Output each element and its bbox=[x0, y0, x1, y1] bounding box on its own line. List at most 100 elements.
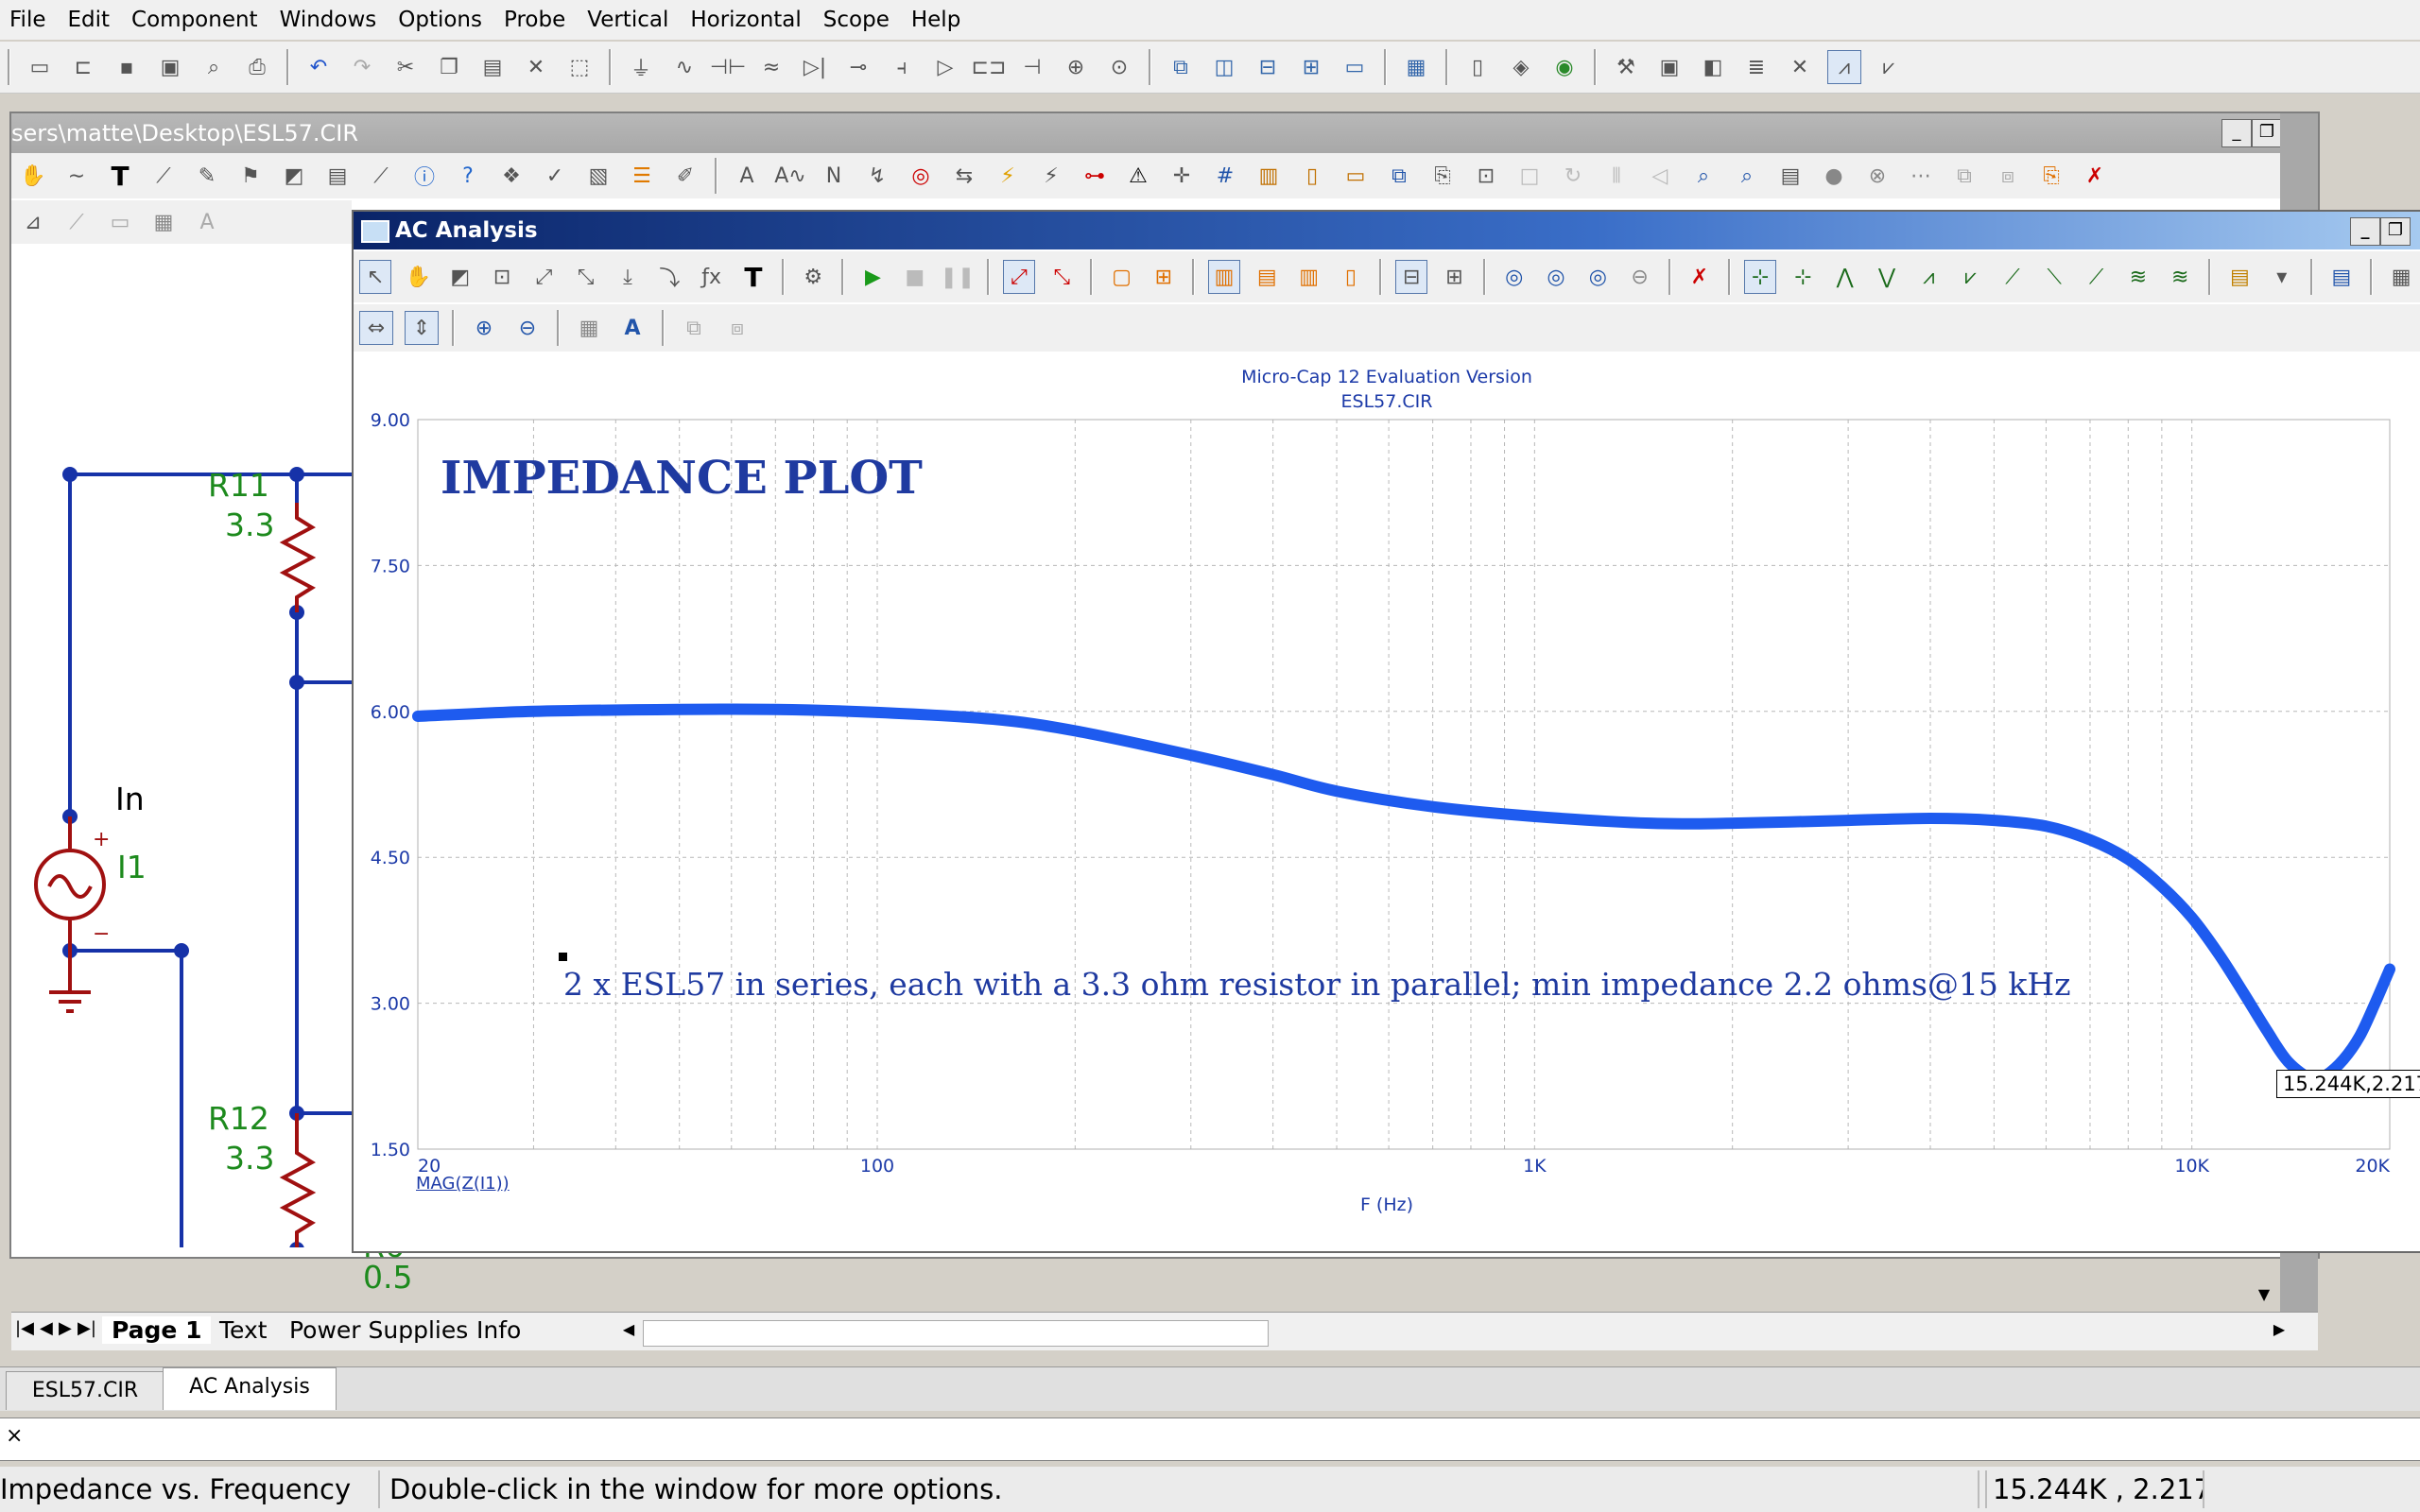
calendar-icon[interactable]: ▦ bbox=[2386, 261, 2416, 293]
voltage-probe-icon[interactable]: ◎ bbox=[905, 160, 937, 192]
fit-icon[interactable]: ⤡ bbox=[571, 261, 601, 293]
new-file-icon[interactable]: ▭ bbox=[24, 51, 56, 83]
save-all-icon[interactable]: ▣ bbox=[154, 51, 186, 83]
pan-mode-icon[interactable]: ✋ bbox=[403, 261, 433, 293]
grid-style-icon[interactable]: ▥ bbox=[1293, 261, 1323, 293]
plot-area[interactable]: Micro-Cap 12 Evaluation Version ESL57.CI… bbox=[357, 355, 2420, 1244]
cancel-icon[interactable]: ⊗ bbox=[1861, 160, 1893, 192]
align-icon[interactable]: ⊡ bbox=[1470, 160, 1502, 192]
ungroup-icon[interactable]: ⧈ bbox=[1992, 160, 2024, 192]
text-mode-icon[interactable]: T bbox=[104, 160, 136, 192]
delete-icon[interactable]: ✕ bbox=[520, 51, 552, 83]
rotate-icon[interactable]: ↻ bbox=[1557, 160, 1589, 192]
major-grid-icon[interactable]: ▤ bbox=[1252, 261, 1282, 293]
edit-icon[interactable]: ✐ bbox=[669, 160, 701, 192]
model-icon[interactable]: ⚒ bbox=[1610, 51, 1642, 83]
tokens-icon[interactable]: ⊞ bbox=[1439, 261, 1469, 293]
minor-grid-icon[interactable]: ▥ bbox=[1207, 260, 1241, 294]
library-icon[interactable]: ▭ bbox=[104, 206, 136, 238]
node-icon[interactable]: ⊕ bbox=[1060, 51, 1092, 83]
globe-icon[interactable]: ◉ bbox=[1548, 51, 1581, 83]
cursor-prev-icon[interactable]: ⊹ bbox=[1788, 261, 1818, 293]
schematic-canvas[interactable]: + − bbox=[11, 246, 352, 1247]
maximize-icon[interactable]: ▭ bbox=[1339, 51, 1371, 83]
attribute-icon[interactable]: ⟋ bbox=[365, 160, 397, 192]
restore-button[interactable]: ❐ bbox=[2252, 119, 2282, 147]
wire-icon[interactable]: ∿ bbox=[668, 51, 700, 83]
ground-icon[interactable]: ⏚ bbox=[625, 51, 657, 83]
doc-tab-ac-analysis[interactable]: AC Analysis bbox=[163, 1367, 337, 1410]
shape-editor-icon[interactable]: ◈ bbox=[1505, 51, 1537, 83]
font-icon[interactable]: A bbox=[191, 206, 223, 238]
text-box-icon[interactable]: ▧ bbox=[582, 160, 614, 192]
scale-dropdown-icon[interactable]: ◩ bbox=[445, 261, 475, 293]
print-icon[interactable]: ⎙ bbox=[241, 51, 273, 83]
page-icon[interactable]: ▥ bbox=[1253, 160, 1285, 192]
node-voltage-icon[interactable]: N bbox=[818, 160, 850, 192]
cursor-top-icon[interactable]: ≋ bbox=[2123, 261, 2153, 293]
page-nav-prev[interactable]: ◀ bbox=[40, 1318, 53, 1338]
grid-text-icon[interactable]: ▯ bbox=[1336, 261, 1366, 293]
numeric-icon[interactable]: ▤ bbox=[2326, 261, 2357, 293]
grid-icon[interactable]: # bbox=[1209, 160, 1241, 192]
select-all-icon[interactable]: ⬚ bbox=[563, 51, 596, 83]
close-command-line-icon[interactable]: × bbox=[6, 1424, 23, 1448]
calculator-icon[interactable]: ▦ bbox=[1400, 51, 1432, 83]
clipboard-dropdown-icon[interactable]: ▾ bbox=[2267, 261, 2297, 293]
auto-scale-icon[interactable]: ⤢ bbox=[1002, 260, 1036, 294]
flag-icon[interactable]: ⚑ bbox=[234, 160, 267, 192]
valley-icon[interactable]: ◎ bbox=[1582, 261, 1613, 293]
plot-note-annotation[interactable]: 2 x ESL57 in series, each with a 3.3 ohm… bbox=[563, 966, 2071, 1003]
menu-file[interactable]: File bbox=[0, 8, 59, 32]
zoom-in-icon[interactable]: ⊕ bbox=[468, 312, 500, 344]
export-icon[interactable]: ⎘ bbox=[2035, 160, 2067, 192]
r11-value[interactable]: 3.3 bbox=[225, 507, 274, 543]
cursor-global-low-icon[interactable]: ⟋ bbox=[2081, 261, 2111, 293]
paste-icon[interactable]: ▤ bbox=[476, 51, 509, 83]
paste-plot-icon[interactable]: ⧈ bbox=[721, 312, 753, 344]
current-icon[interactable]: ↯ bbox=[861, 160, 893, 192]
clear-cursor-icon[interactable]: ✗ bbox=[1685, 261, 1715, 293]
direction-icon[interactable]: ⇆ bbox=[948, 160, 980, 192]
find-icon[interactable]: ⌕ bbox=[1687, 160, 1720, 192]
waveform-icon[interactable]: A∿ bbox=[774, 160, 806, 192]
menu-probe[interactable]: Probe bbox=[494, 8, 578, 32]
condition-icon[interactable]: ⚡ bbox=[1035, 160, 1067, 192]
info-icon[interactable]: ⓘ bbox=[408, 160, 441, 192]
component-library-icon[interactable]: ▯ bbox=[1461, 51, 1494, 83]
menu-horizontal[interactable]: Horizontal bbox=[681, 8, 813, 32]
impedance-trace[interactable] bbox=[412, 703, 2395, 1086]
plot-title-annotation[interactable]: IMPEDANCE PLOT bbox=[441, 452, 923, 505]
vertical-span-icon[interactable]: ⇕ bbox=[405, 311, 439, 345]
pause-icon[interactable]: ❚❚ bbox=[940, 261, 975, 293]
r-hidden-value[interactable]: 0.5 bbox=[363, 1259, 412, 1296]
line-icon[interactable]: ⟋ bbox=[147, 160, 180, 192]
undo-icon[interactable]: ↶ bbox=[302, 51, 335, 83]
cascade-icon[interactable]: ⧉ bbox=[1165, 51, 1197, 83]
group-icon[interactable]: ⧉ bbox=[1948, 160, 1980, 192]
capacitor-icon[interactable]: ⊣⊢ bbox=[710, 51, 746, 83]
select-mode-icon[interactable]: ↖ bbox=[359, 260, 392, 294]
copy-plot-icon[interactable]: ⧉ bbox=[678, 312, 710, 344]
package-icon[interactable]: ▣ bbox=[1653, 51, 1685, 83]
minimize-button[interactable]: _ bbox=[2221, 119, 2252, 147]
pin-list-icon[interactable]: ☰ bbox=[626, 160, 658, 192]
annotation-anchor[interactable] bbox=[559, 953, 567, 961]
doc-tab-esl57[interactable]: ESL57.CIR bbox=[6, 1371, 164, 1410]
grid-table-icon[interactable]: ▤ bbox=[321, 160, 354, 192]
box-icon[interactable]: □ bbox=[1513, 160, 1546, 192]
zoom-out-icon[interactable]: ⊖ bbox=[511, 312, 544, 344]
probe-icon[interactable]: ⊙ bbox=[1103, 51, 1135, 83]
page-setup-icon[interactable]: ⎘ bbox=[1426, 160, 1459, 192]
save-icon[interactable]: ▪ bbox=[111, 51, 143, 83]
stop-run-icon[interactable]: ■ bbox=[900, 261, 930, 293]
find-next-icon[interactable]: ⌕ bbox=[1731, 160, 1763, 192]
node-in-label[interactable]: In bbox=[115, 781, 145, 817]
grid-toggle-icon[interactable]: ⊞ bbox=[1149, 261, 1179, 293]
tile-vertical-icon[interactable]: ◫ bbox=[1208, 51, 1240, 83]
font-icon[interactable]: A bbox=[616, 312, 648, 344]
cursor-high-icon[interactable]: ⩘ bbox=[1913, 261, 1944, 293]
r12-value[interactable]: 3.3 bbox=[225, 1140, 274, 1177]
page-nav-next[interactable]: ▶ bbox=[59, 1318, 72, 1338]
zoom-out-cursor-icon[interactable]: ⊖ bbox=[1624, 261, 1654, 293]
